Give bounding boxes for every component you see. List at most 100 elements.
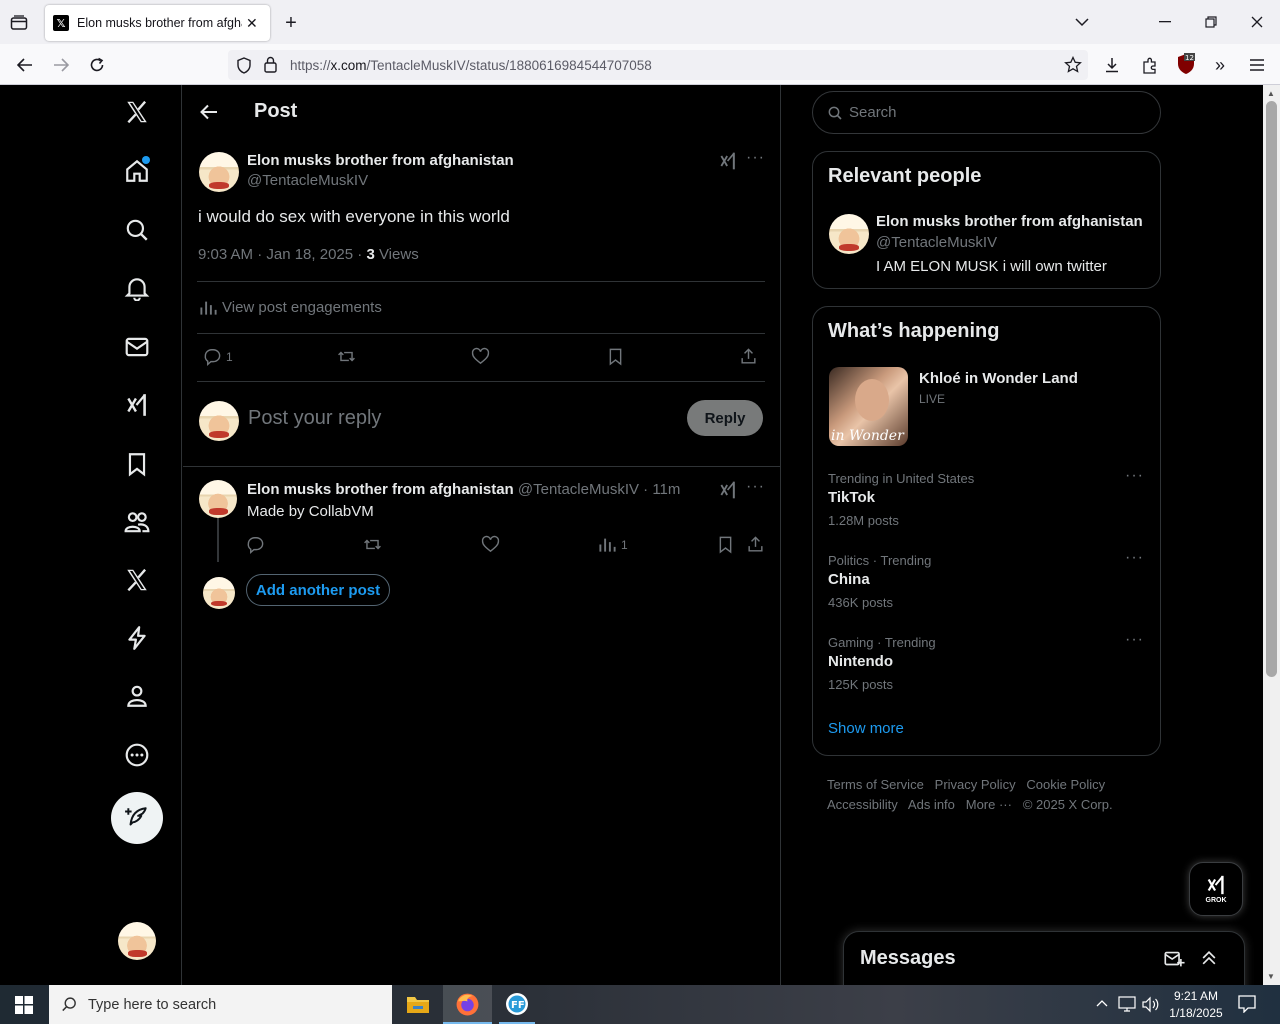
search-box[interactable]: Search: [812, 91, 1161, 134]
messages-envelope-icon[interactable]: [118, 328, 156, 366]
profile-icon[interactable]: [118, 677, 156, 715]
scroll-down-arrow-icon[interactable]: ▼: [1267, 972, 1275, 981]
reply-author-avatar[interactable]: [199, 480, 237, 518]
window-minimize-icon[interactable]: [1155, 12, 1175, 32]
lock-icon[interactable]: [264, 56, 277, 78]
reload-icon[interactable]: [86, 54, 108, 76]
more-options-icon[interactable]: [118, 736, 156, 774]
explore-search-icon[interactable]: [118, 211, 156, 249]
home-icon[interactable]: [118, 152, 156, 190]
show-more-link[interactable]: Show more: [828, 720, 904, 737]
verified-orgs-lightning-icon[interactable]: [118, 619, 156, 657]
bookmark-star-icon[interactable]: [1064, 55, 1082, 79]
trend-more-icon[interactable]: ···: [1125, 631, 1144, 649]
notifications-bell-icon[interactable]: [118, 269, 156, 307]
add-another-post-button[interactable]: Add another post: [246, 574, 390, 606]
premium-x-icon[interactable]: [118, 561, 156, 599]
person-avatar[interactable]: [829, 214, 869, 254]
tab-close-icon[interactable]: ✕: [246, 15, 258, 32]
network-icon[interactable]: [1117, 996, 1137, 1018]
extensions-icon[interactable]: [1138, 54, 1160, 76]
post-author-name[interactable]: Elon musks brother from afghanistan: [247, 152, 514, 169]
footer-privacy-link[interactable]: Privacy Policy: [935, 777, 1016, 792]
grok-explain-icon[interactable]: [718, 151, 738, 176]
person-handle[interactable]: @TentacleMuskIV: [876, 234, 997, 251]
show-hidden-icons-icon[interactable]: [1096, 997, 1108, 1011]
new-message-icon[interactable]: [1163, 948, 1185, 975]
scrollbar-thumb[interactable]: [1266, 101, 1277, 677]
ublock-origin-icon[interactable]: 12: [1175, 52, 1197, 76]
post-author-avatar[interactable]: [199, 152, 239, 192]
action-center-icon[interactable]: [1238, 995, 1256, 1018]
url-bar[interactable]: https://x.com/TentacleMuskIV/status/1880…: [228, 50, 1088, 80]
reply-repost-action[interactable]: [363, 535, 382, 554]
forward-icon[interactable]: [50, 54, 72, 76]
page-scrollbar[interactable]: ▲ ▼: [1263, 85, 1280, 985]
reply-icon: [204, 349, 221, 366]
back-icon[interactable]: [14, 54, 36, 76]
reply-reply-action[interactable]: [246, 535, 265, 554]
taskbar-search-box[interactable]: Type here to search: [49, 985, 392, 1024]
windows-start-icon[interactable]: [15, 996, 33, 1019]
tracking-shield-icon[interactable]: [236, 57, 252, 79]
scroll-up-arrow-icon[interactable]: ▲: [1267, 89, 1275, 98]
footer-more-link[interactable]: More ···: [966, 797, 1012, 812]
reply-like-action[interactable]: [481, 535, 500, 554]
footer-ads-link[interactable]: Ads info: [908, 797, 955, 812]
app-menu-icon[interactable]: [1246, 54, 1268, 76]
reply-author-name[interactable]: Elon musks brother from afghanistan: [247, 481, 514, 498]
downloads-icon[interactable]: [1101, 54, 1123, 76]
new-tab-icon[interactable]: +: [280, 12, 302, 34]
reply-share-action[interactable]: [746, 535, 765, 554]
grok-floating-button[interactable]: GROK: [1189, 862, 1243, 916]
window-restore-icon[interactable]: [1201, 12, 1221, 32]
trend-item[interactable]: Politics · Trending China 436K posts ···: [813, 547, 1160, 621]
compose-post-button[interactable]: [111, 792, 163, 844]
view-engagements-link[interactable]: View post engagements: [199, 298, 382, 317]
overflow-chevrons-icon[interactable]: »: [1209, 54, 1231, 76]
firefox-taskbar-button[interactable]: [443, 985, 492, 1024]
trend-item[interactable]: Gaming · Trending Nintendo 125K posts ··…: [813, 629, 1160, 703]
back-arrow-icon[interactable]: [199, 102, 219, 127]
trend-more-icon[interactable]: ···: [1125, 549, 1144, 567]
like-action[interactable]: [471, 347, 490, 366]
pinned-app-icon[interactable]: FF: [499, 992, 535, 1024]
footer-accessibility-link[interactable]: Accessibility: [827, 797, 898, 812]
reply-bookmark-action[interactable]: [716, 535, 735, 554]
post-more-icon[interactable]: ···: [746, 149, 765, 167]
list-all-tabs-icon[interactable]: [1072, 12, 1092, 32]
trend-more-icon[interactable]: ···: [1125, 467, 1144, 485]
live-thumbnail[interactable]: in Wonder l: [829, 367, 908, 446]
messages-drawer[interactable]: Messages: [843, 931, 1245, 985]
bookmark-action[interactable]: [606, 347, 625, 366]
bookmarks-icon[interactable]: [118, 445, 156, 483]
person-name[interactable]: Elon musks brother from afghanistan: [876, 213, 1143, 230]
reply-button[interactable]: Reply: [687, 400, 763, 436]
reply-views-action[interactable]: 1: [598, 535, 628, 554]
volume-icon[interactable]: [1142, 996, 1160, 1018]
tab-list-icon[interactable]: [8, 12, 30, 34]
communities-icon[interactable]: [118, 503, 156, 541]
file-explorer-icon[interactable]: [405, 993, 431, 1020]
share-action[interactable]: [739, 347, 758, 366]
post-author-handle[interactable]: @TentacleMuskIV: [247, 172, 368, 189]
live-title[interactable]: Khloé in Wonder Land: [919, 370, 1078, 387]
grok-explain-icon[interactable]: [718, 480, 738, 505]
footer-cookie-link[interactable]: Cookie Policy: [1026, 777, 1105, 792]
footer-terms-link[interactable]: Terms of Service: [827, 777, 924, 792]
reply-action[interactable]: 1: [203, 347, 233, 366]
repost-action[interactable]: [337, 347, 356, 366]
reply-more-icon[interactable]: ···: [746, 478, 765, 496]
account-avatar[interactable]: [118, 922, 156, 960]
post-timestamp[interactable]: 9:03 AM · Jan 18, 2025 ·: [198, 246, 366, 263]
reply-input[interactable]: Post your reply: [248, 407, 381, 430]
grok-icon[interactable]: [118, 386, 156, 424]
x-logo-icon[interactable]: [118, 93, 156, 131]
browser-tab-active[interactable]: 𝕏 Elon musks brother from afghanistan ✕: [45, 5, 270, 41]
trend-item[interactable]: Trending in United States TikTok 1.28M p…: [813, 465, 1160, 539]
system-clock[interactable]: 9:21 AM 1/18/2025: [1166, 988, 1226, 1022]
expand-drawer-icon[interactable]: [1199, 948, 1219, 973]
window-close-icon[interactable]: [1247, 12, 1267, 32]
reply-author-handle[interactable]: @TentacleMuskIV · 11m: [518, 481, 681, 498]
composer-avatar[interactable]: [199, 401, 239, 441]
